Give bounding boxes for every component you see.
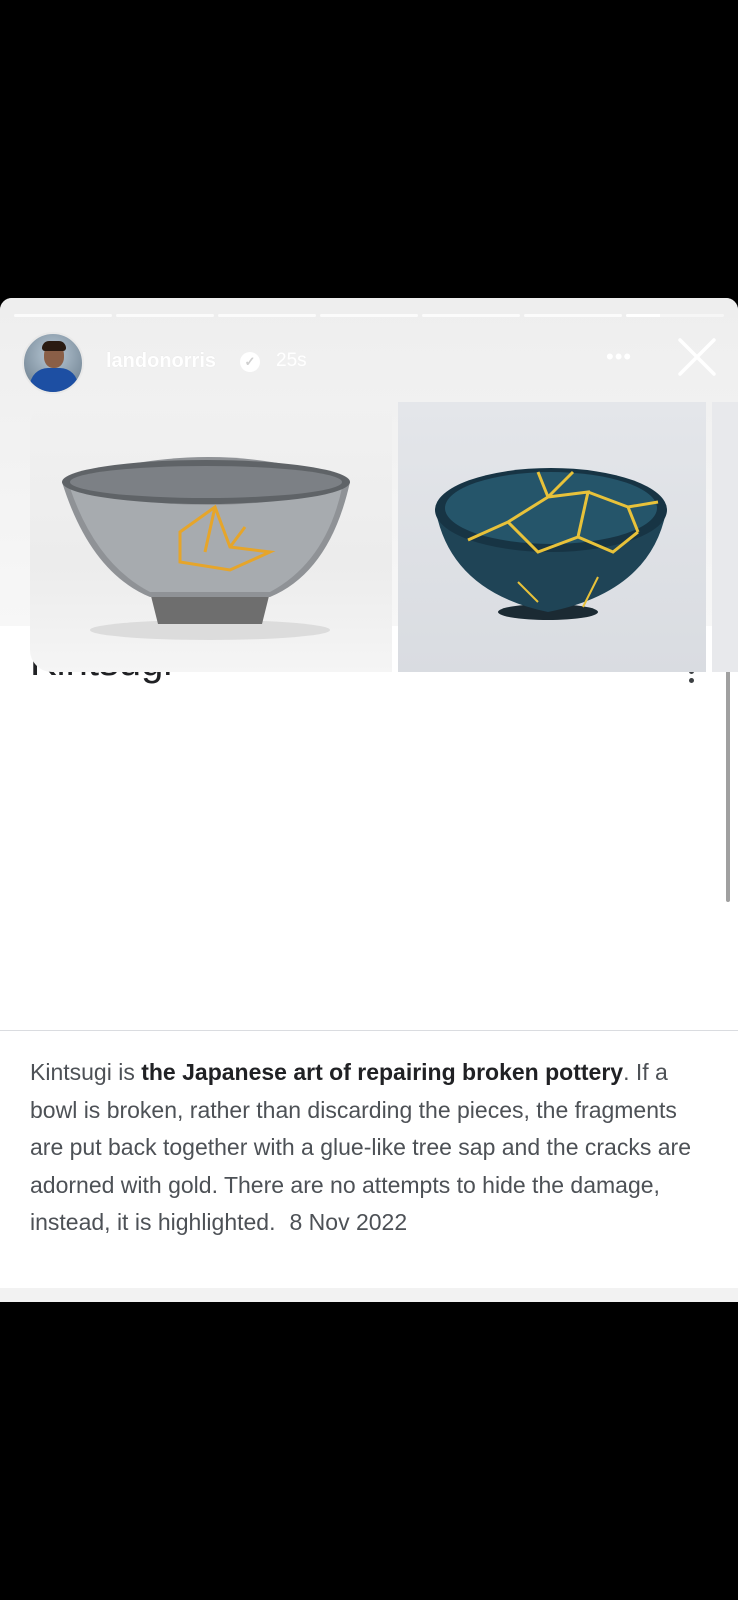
blue-bowl-illustration <box>435 468 667 620</box>
progress-segment <box>218 314 316 317</box>
username[interactable]: landonorris <box>106 350 216 373</box>
carousel-image-grey-bowl[interactable] <box>30 402 392 672</box>
timestamp: 25s <box>276 350 307 371</box>
progress-segment-active <box>626 314 724 317</box>
progress-segment <box>320 314 418 317</box>
progress-segment <box>14 314 112 317</box>
avatar[interactable] <box>22 332 84 394</box>
description-text: Kintsugi is <box>30 1059 142 1085</box>
description-date: 8 Nov 2022 <box>289 1209 408 1235</box>
progress-segment <box>422 314 520 317</box>
avatar-hair <box>42 341 66 351</box>
card-bottom-strip <box>0 1288 738 1302</box>
carousel-image-next[interactable] <box>712 402 738 672</box>
verified-icon: ✓ <box>240 352 260 372</box>
description: Kintsugi is the Japanese art of repairin… <box>30 1054 710 1242</box>
close-icon[interactable] <box>676 336 718 378</box>
progress-segment <box>116 314 214 317</box>
grey-bowl-illustration <box>62 457 350 640</box>
divider <box>0 1030 738 1031</box>
avatar-shirt <box>30 368 78 392</box>
story-progress-bar <box>14 314 724 317</box>
progress-fill <box>626 314 661 317</box>
more-icon[interactable]: ••• <box>606 344 632 370</box>
description-bold: the Japanese art of repairing broken pot… <box>141 1059 624 1085</box>
scrollbar[interactable] <box>726 662 730 902</box>
carousel-image-blue-bowl[interactable] <box>398 402 706 672</box>
progress-segment <box>524 314 622 317</box>
